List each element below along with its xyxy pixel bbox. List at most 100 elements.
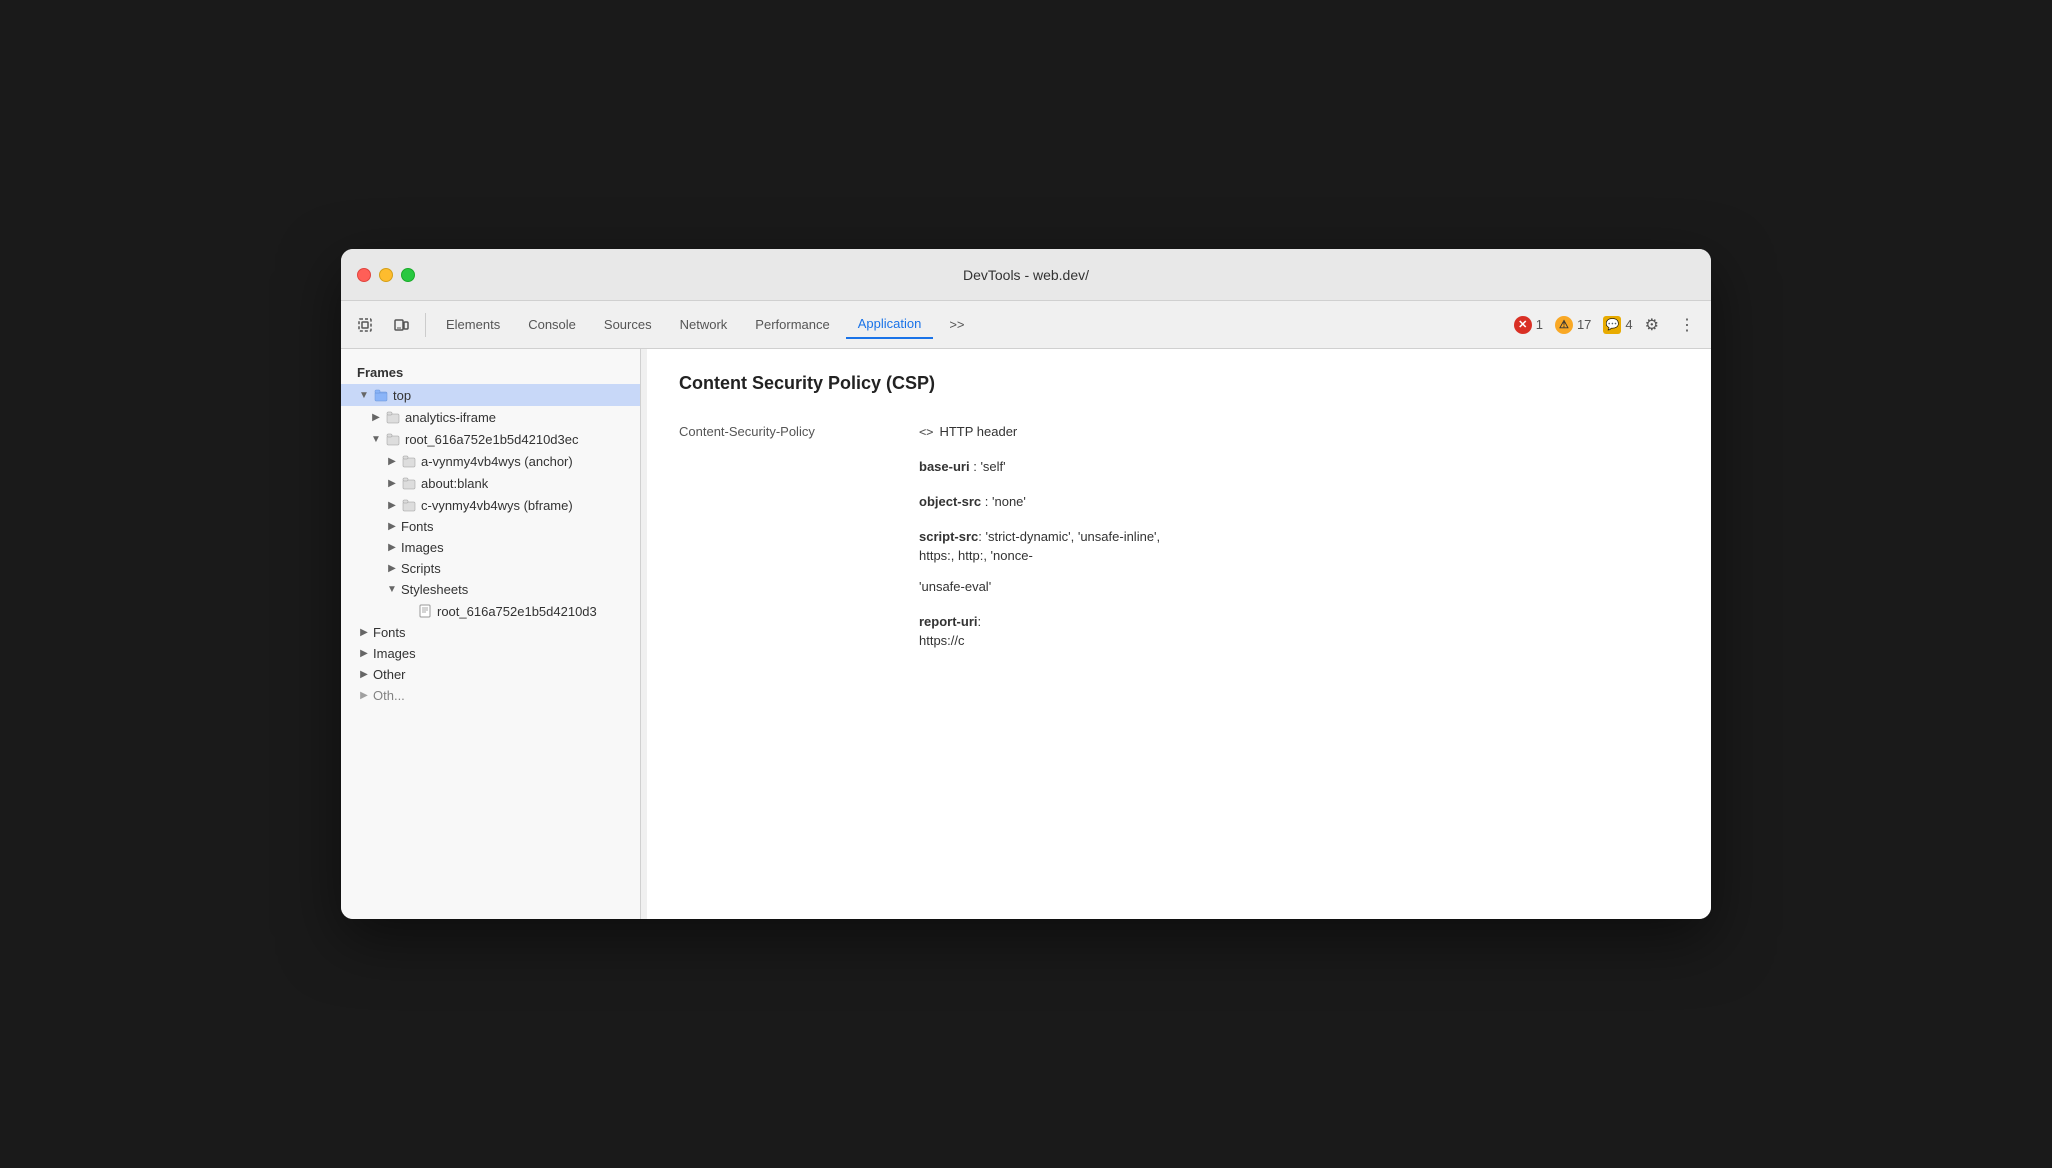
sidebar-item-label-root: root_616a752e1b5d4210d3ec — [405, 432, 579, 447]
sidebar-item-label-stylesheets-child: Stylesheets — [401, 582, 468, 597]
csp-header-row: Content-Security-Policy <> HTTP header — [679, 418, 1679, 445]
more-options-icon[interactable]: ⋮ — [1671, 311, 1703, 339]
sidebar-item-other2-top[interactable]: Oth... — [341, 685, 640, 706]
sidebar-item-images-child[interactable]: Images — [341, 537, 640, 558]
sidebar-item-stylesheet-file[interactable]: root_616a752e1b5d4210d3 — [341, 600, 640, 622]
tab-application[interactable]: Application — [846, 310, 934, 339]
sidebar: Frames top analytics-iframe — [341, 349, 641, 919]
tree-arrow-images-child — [385, 541, 399, 555]
csp-val-script-src: : 'strict-dynamic', 'unsafe-inline', — [978, 529, 1160, 544]
csp-val-base-uri: : 'self' — [973, 459, 1005, 474]
csp-key-report-uri: report-uri — [919, 614, 978, 629]
csp-value-report-uri: report-uri: https://c — [919, 614, 1679, 648]
tab-elements[interactable]: Elements — [434, 311, 512, 338]
csp-key-script-src: script-src — [919, 529, 978, 544]
tree-arrow-analytics — [369, 410, 383, 424]
csp-value-object-src: object-src : 'none' — [919, 494, 1679, 509]
sidebar-item-fonts-top[interactable]: Fonts — [341, 622, 640, 643]
sidebar-item-root-frame[interactable]: root_616a752e1b5d4210d3ec — [341, 428, 640, 450]
minimize-button[interactable] — [379, 268, 393, 282]
tab-sources[interactable]: Sources — [592, 311, 664, 338]
sidebar-item-label-a-anchor: a-vynmy4vb4wys (anchor) — [421, 454, 573, 469]
sidebar-item-label-fonts-child: Fonts — [401, 519, 434, 534]
warning-icon: ⚠ — [1555, 316, 1573, 334]
tree-arrow-about-blank — [385, 476, 399, 490]
tree-arrow-fonts-top — [357, 626, 371, 640]
sidebar-item-label-about-blank: about:blank — [421, 476, 488, 491]
csp-value-base-uri: base-uri : 'self' — [919, 459, 1679, 474]
tree-arrow-other2-top — [357, 689, 371, 703]
tree-arrow-scripts-child — [385, 562, 399, 576]
csp-header-value: <> HTTP header — [919, 424, 1679, 439]
csp-title: Content Security Policy (CSP) — [679, 373, 1679, 394]
tree-arrow-c-bframe — [385, 498, 399, 512]
settings-icon[interactable]: ⚙ — [1637, 311, 1667, 339]
error-icon: ✕ — [1514, 316, 1532, 334]
folder-icon-top — [373, 387, 389, 403]
csp-row-object-src: object-src : 'none' — [679, 488, 1679, 515]
tree-arrow-images-top — [357, 647, 371, 661]
traffic-lights — [357, 268, 415, 282]
csp-value-script-src: script-src: 'strict-dynamic', 'unsafe-in… — [919, 529, 1679, 594]
right-panel: Content Security Policy (CSP) Content-Se… — [647, 349, 1711, 919]
info-count: 4 — [1625, 317, 1632, 332]
folder-icon-root — [385, 431, 401, 447]
file-icon-stylesheet — [417, 603, 433, 619]
tab-performance[interactable]: Performance — [743, 311, 841, 338]
csp-table: Content-Security-Policy <> HTTP header b… — [679, 418, 1679, 654]
toolbar-divider-1 — [425, 313, 426, 337]
maximize-button[interactable] — [401, 268, 415, 282]
sidebar-item-label-stylesheet-file: root_616a752e1b5d4210d3 — [437, 604, 597, 619]
tab-network[interactable]: Network — [668, 311, 740, 338]
csp-key-base-uri: base-uri — [919, 459, 970, 474]
error-badge: ✕ 1 — [1514, 316, 1543, 334]
sidebar-item-stylesheets-child[interactable]: Stylesheets — [341, 579, 640, 600]
inspect-element-button[interactable] — [349, 309, 381, 341]
sidebar-item-fonts-child[interactable]: Fonts — [341, 516, 640, 537]
sidebar-item-label-analytics: analytics-iframe — [405, 410, 496, 425]
csp-label: Content-Security-Policy — [679, 424, 919, 439]
sidebar-item-a-anchor[interactable]: a-vynmy4vb4wys (anchor) — [341, 450, 640, 472]
tree-arrow-fonts-child — [385, 520, 399, 534]
folder-icon-a-anchor — [401, 453, 417, 469]
titlebar: DevTools - web.dev/ — [341, 249, 1711, 301]
csp-val-object-src: : 'none' — [985, 494, 1026, 509]
sidebar-item-label-other2-top: Oth... — [373, 688, 405, 703]
main-content: Frames top analytics-iframe — [341, 349, 1711, 919]
info-badge: 💬 4 — [1603, 316, 1632, 334]
warning-badge: ⚠ 17 — [1555, 316, 1591, 334]
csp-row-base-uri: base-uri : 'self' — [679, 453, 1679, 480]
tree-arrow-root — [369, 432, 383, 446]
csp-key-object-src: object-src — [919, 494, 981, 509]
csp-row-report-uri: report-uri: https://c — [679, 608, 1679, 654]
sidebar-item-label-images-child: Images — [401, 540, 444, 555]
csp-val-report-uri: https://c — [919, 633, 965, 648]
sidebar-item-other-top[interactable]: Other — [341, 664, 640, 685]
sidebar-item-about-blank[interactable]: about:blank — [341, 472, 640, 494]
sidebar-section-frames: Frames — [341, 357, 640, 384]
sidebar-item-top[interactable]: top — [341, 384, 640, 406]
folder-icon-analytics — [385, 409, 401, 425]
tree-arrow-other-top — [357, 668, 371, 682]
sidebar-item-label-images-top: Images — [373, 646, 416, 661]
sidebar-item-c-bframe[interactable]: c-vynmy4vb4wys (bframe) — [341, 494, 640, 516]
device-toggle-button[interactable] — [385, 309, 417, 341]
csp-colon-report: : — [978, 614, 982, 629]
tab-console[interactable]: Console — [516, 311, 588, 338]
csp-row-script-src: script-src: 'strict-dynamic', 'unsafe-in… — [679, 523, 1679, 600]
folder-icon-c-bframe — [401, 497, 417, 513]
toolbar: Elements Console Sources Network Perform… — [341, 301, 1711, 349]
sidebar-item-images-top[interactable]: Images — [341, 643, 640, 664]
window-title: DevTools - web.dev/ — [963, 267, 1089, 283]
tab-more[interactable]: >> — [937, 311, 976, 338]
tree-arrow-stylesheets-child — [385, 583, 399, 597]
csp-val-script-src-cont: https:, http:, 'nonce- — [919, 548, 1033, 563]
close-button[interactable] — [357, 268, 371, 282]
folder-icon-about-blank — [401, 475, 417, 491]
tree-arrow-top — [357, 388, 371, 402]
sidebar-item-label-fonts-top: Fonts — [373, 625, 406, 640]
csp-val-unsafe-eval: 'unsafe-eval' — [919, 579, 991, 594]
sidebar-item-analytics-iframe[interactable]: analytics-iframe — [341, 406, 640, 428]
sidebar-item-scripts-child[interactable]: Scripts — [341, 558, 640, 579]
warning-count: 17 — [1577, 317, 1591, 332]
